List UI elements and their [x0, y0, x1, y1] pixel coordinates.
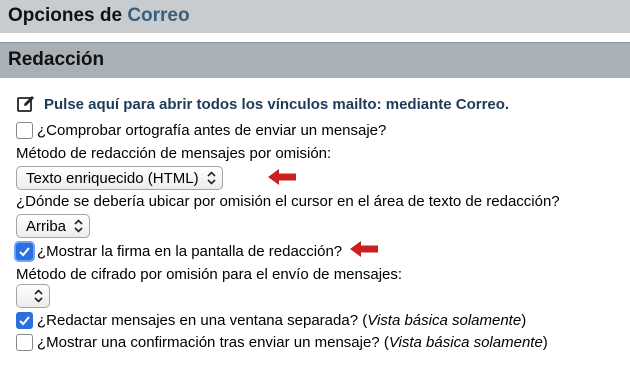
separate-window-label-end: ): [521, 312, 527, 329]
section-title: Redacción: [8, 49, 105, 70]
select-chevron-icon: [207, 171, 216, 185]
encryption-method-label: Método de cifrado por omisión para el en…: [16, 266, 403, 283]
cursor-position-select[interactable]: Arriba: [16, 214, 91, 238]
show-signature-option: ¿Mostrar la firma en la pantalla de reda…: [16, 242, 343, 261]
separate-window-option: ¿Redactar mensajes en una ventana separa…: [16, 311, 527, 330]
annotation-arrow-icon: [268, 169, 296, 185]
encryption-method-select[interactable]: [16, 284, 50, 308]
page-title-accent: Correo: [127, 5, 190, 26]
cursor-position-label: ¿Dónde se debería ubicar por omisión el …: [16, 193, 560, 210]
edit-icon: [17, 96, 34, 112]
separate-window-checkbox[interactable]: [16, 311, 33, 329]
show-signature-label: ¿Mostrar la firma en la pantalla de reda…: [37, 243, 343, 260]
send-confirmation-checkbox[interactable]: [16, 333, 33, 351]
spellcheck-checkbox[interactable]: [16, 121, 33, 139]
page-title-bar: Opciones de Correo: [0, 0, 630, 33]
page-title: Opciones de: [8, 5, 123, 26]
show-signature-checkbox[interactable]: [16, 242, 33, 260]
send-confirmation-option: ¿Mostrar una confirmación tras enviar un…: [16, 333, 548, 352]
send-confirmation-label: ¿Mostrar una confirmación tras enviar un…: [37, 334, 389, 351]
encryption-method-row: [16, 283, 50, 308]
compose-method-select[interactable]: Texto enriquecido (HTML): [16, 166, 223, 190]
send-confirmation-note: Vista básica solamente: [388, 334, 543, 351]
spellcheck-option: ¿Comprobar ortografía antes de enviar un…: [16, 121, 387, 140]
spellcheck-label: ¿Comprobar ortografía antes de enviar un…: [37, 122, 387, 139]
compose-method-value: Texto enriquecido (HTML): [26, 169, 199, 187]
select-chevron-icon: [74, 219, 83, 233]
mailto-row: Pulse aquí para abrir todos los vínculos…: [16, 94, 509, 114]
cursor-position-value: Arriba: [26, 217, 67, 235]
separate-window-label: ¿Redactar mensajes en una ventana separa…: [37, 312, 368, 329]
compose-method-row: Texto enriquecido (HTML): [16, 166, 223, 190]
checkmark-icon: [19, 246, 30, 256]
send-confirmation-label-end: ): [542, 334, 548, 351]
annotation-arrow-icon: [350, 241, 378, 257]
cursor-position-row: Arriba: [16, 214, 91, 238]
mailto-handler-link[interactable]: Pulse aquí para abrir todos los vínculos…: [44, 96, 509, 113]
separate-window-note: Vista básica solamente: [367, 312, 522, 329]
select-chevron-icon: [34, 289, 43, 303]
checkmark-icon: [19, 315, 30, 325]
compose-method-label: Método de redacción de mensajes por omis…: [16, 145, 332, 162]
divider: [0, 33, 630, 42]
section-header: Redacción: [0, 42, 630, 78]
